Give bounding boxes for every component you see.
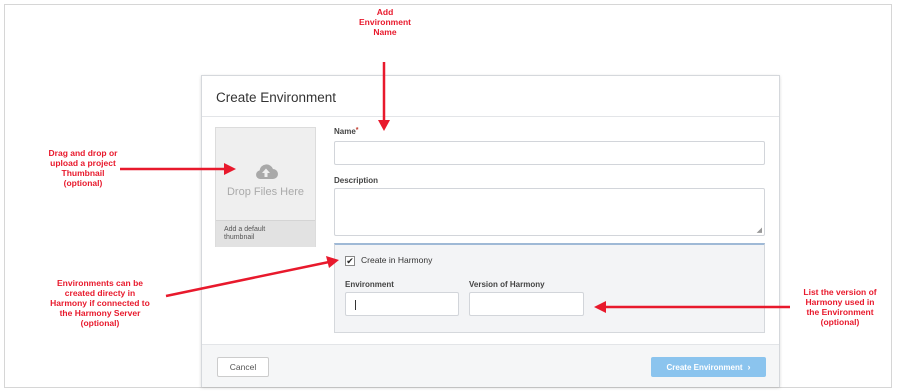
arrow-to-harmony xyxy=(165,260,330,298)
annotation-arrows xyxy=(120,62,790,313)
arrow-head xyxy=(326,256,339,268)
arrow-head xyxy=(224,163,236,175)
arrow-head xyxy=(378,120,390,131)
arrow-head xyxy=(594,301,606,313)
